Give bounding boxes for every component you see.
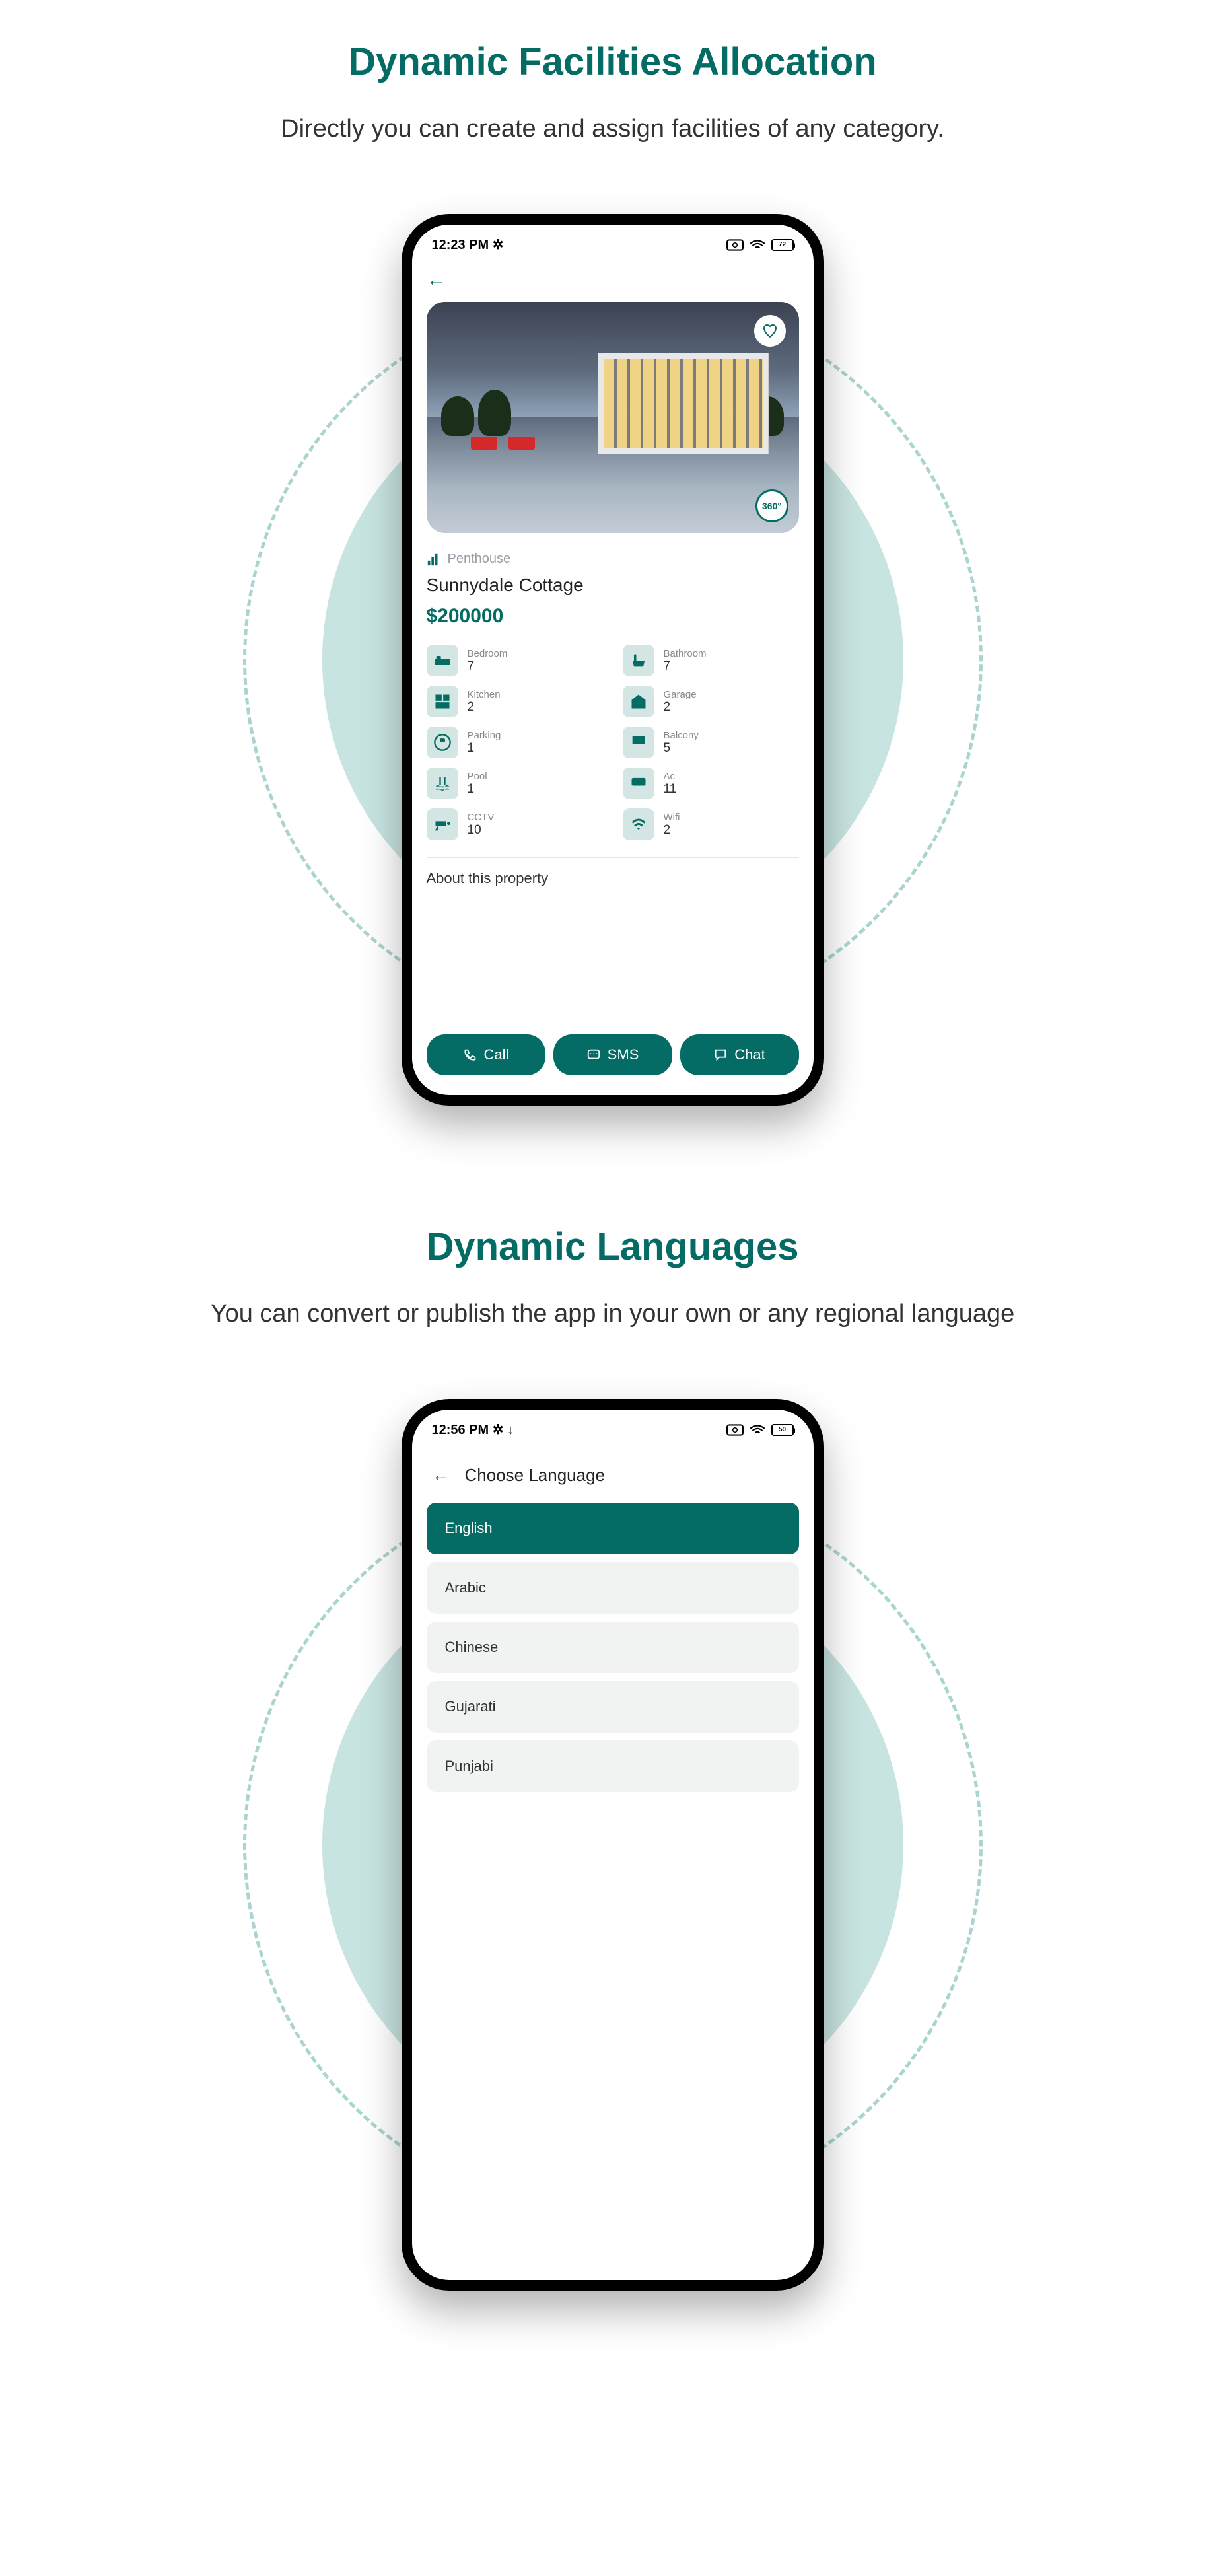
facility-value: 7 <box>664 659 707 674</box>
facility-item: Pool 1 <box>427 768 603 799</box>
battery-icon: 50 <box>771 1424 794 1436</box>
status-icons: 50 <box>726 1424 794 1436</box>
phone-mockup-facilities: 12:23 PM ✲ 72 ← <box>402 214 824 1106</box>
wifi-icon <box>749 239 766 251</box>
status-icons: 72 <box>726 239 794 251</box>
back-button[interactable]: ← <box>427 265 446 295</box>
facility-item: Bathroom 7 <box>623 645 799 676</box>
facility-value: 11 <box>664 782 677 797</box>
facility-label: Ac <box>664 771 677 782</box>
facilities-subtitle: Directly you can create and assign facil… <box>151 110 1075 148</box>
battery-icon: 72 <box>771 239 794 251</box>
action-bar: Call SMS Chat <box>412 1021 814 1095</box>
language-option-arabic[interactable]: Arabic <box>427 1562 799 1614</box>
favorite-button[interactable] <box>754 315 786 347</box>
bedroom-icon <box>427 645 458 676</box>
status-bar: 12:23 PM ✲ 72 <box>412 225 814 260</box>
facility-item: Parking 1 <box>427 727 603 758</box>
facility-value: 5 <box>664 741 699 756</box>
facility-item: Wifi 2 <box>623 808 799 840</box>
facility-item: Garage 2 <box>623 686 799 717</box>
parking-icon <box>427 727 458 758</box>
facility-label: Balcony <box>664 730 699 741</box>
facility-label: Kitchen <box>468 689 501 700</box>
call-button[interactable]: Call <box>427 1034 545 1075</box>
chat-button[interactable]: Chat <box>680 1034 799 1075</box>
facility-value: 2 <box>468 700 501 715</box>
facility-label: CCTV <box>468 812 495 823</box>
language-option-punjabi[interactable]: Punjabi <box>427 1740 799 1792</box>
camera-icon <box>726 239 744 251</box>
facility-item: Kitchen 2 <box>427 686 603 717</box>
pool-icon <box>427 768 458 799</box>
phone-mockup-languages: 12:56 PM ✲ ↓ 50 ← Choose Language Englis… <box>402 1399 824 2291</box>
about-property-label: About this property <box>427 870 799 887</box>
languages-section: Dynamic Languages You can convert or pub… <box>0 1185 1225 2370</box>
kitchen-icon <box>427 686 458 717</box>
facility-value: 7 <box>468 659 508 674</box>
status-bar: 12:56 PM ✲ ↓ 50 <box>412 1410 814 1445</box>
cctv-icon <box>427 808 458 840</box>
facility-item: CCTV 10 <box>427 808 603 840</box>
property-category: Penthouse <box>427 552 799 567</box>
chat-icon <box>713 1048 728 1062</box>
building-icon <box>427 552 441 567</box>
facility-label: Pool <box>468 771 487 782</box>
sms-icon <box>586 1048 601 1062</box>
camera-icon <box>726 1424 744 1436</box>
facility-value: 1 <box>468 782 487 797</box>
sms-button[interactable]: SMS <box>553 1034 672 1075</box>
facilities-section: Dynamic Facilities Allocation Directly y… <box>0 0 1225 1185</box>
language-option-gujarati[interactable]: Gujarati <box>427 1681 799 1733</box>
status-time: 12:56 PM ✲ ↓ <box>432 1421 514 1438</box>
language-option-chinese[interactable]: Chinese <box>427 1622 799 1673</box>
facility-value: 1 <box>468 741 501 756</box>
balcony-icon <box>623 727 654 758</box>
wifi-icon <box>623 808 654 840</box>
facility-value: 10 <box>468 823 495 838</box>
property-price: $200000 <box>427 605 799 627</box>
facility-value: 2 <box>664 823 680 838</box>
languages-subtitle: You can convert or publish the app in yo… <box>151 1295 1075 1333</box>
category-label: Penthouse <box>448 552 511 567</box>
facility-label: Bedroom <box>468 648 508 659</box>
facility-label: Parking <box>468 730 501 741</box>
status-time: 12:23 PM ✲ <box>432 236 504 253</box>
facility-label: Garage <box>664 689 697 700</box>
bathroom-icon <box>623 645 654 676</box>
language-list: English Arabic Chinese Gujarati Punjabi <box>427 1503 799 1792</box>
facility-item: Balcony 5 <box>623 727 799 758</box>
heart-icon <box>762 323 778 339</box>
facility-label: Bathroom <box>664 648 707 659</box>
call-label: Call <box>484 1046 509 1063</box>
choose-language-title: Choose Language <box>465 1465 606 1485</box>
facilities-title: Dynamic Facilities Allocation <box>0 40 1225 84</box>
language-option-english[interactable]: English <box>427 1503 799 1554</box>
back-button[interactable]: ← <box>432 1460 450 1489</box>
chat-label: Chat <box>734 1046 765 1063</box>
facility-value: 2 <box>664 700 697 715</box>
facility-label: Wifi <box>664 812 680 823</box>
wifi-icon <box>749 1424 766 1436</box>
property-image[interactable]: 360° <box>427 302 799 533</box>
sms-label: SMS <box>608 1046 639 1063</box>
facility-item: Ac 11 <box>623 768 799 799</box>
view-360-badge[interactable]: 360° <box>755 489 788 522</box>
garage-icon <box>623 686 654 717</box>
facility-item: Bedroom 7 <box>427 645 603 676</box>
property-name: Sunnydale Cottage <box>427 575 799 596</box>
facilities-grid: Bedroom 7 Bathroom 7 Kitchen 2 Garage 2 … <box>427 645 799 840</box>
phone-icon <box>463 1048 477 1062</box>
languages-title: Dynamic Languages <box>0 1225 1225 1269</box>
divider <box>427 857 799 858</box>
ac-icon <box>623 768 654 799</box>
